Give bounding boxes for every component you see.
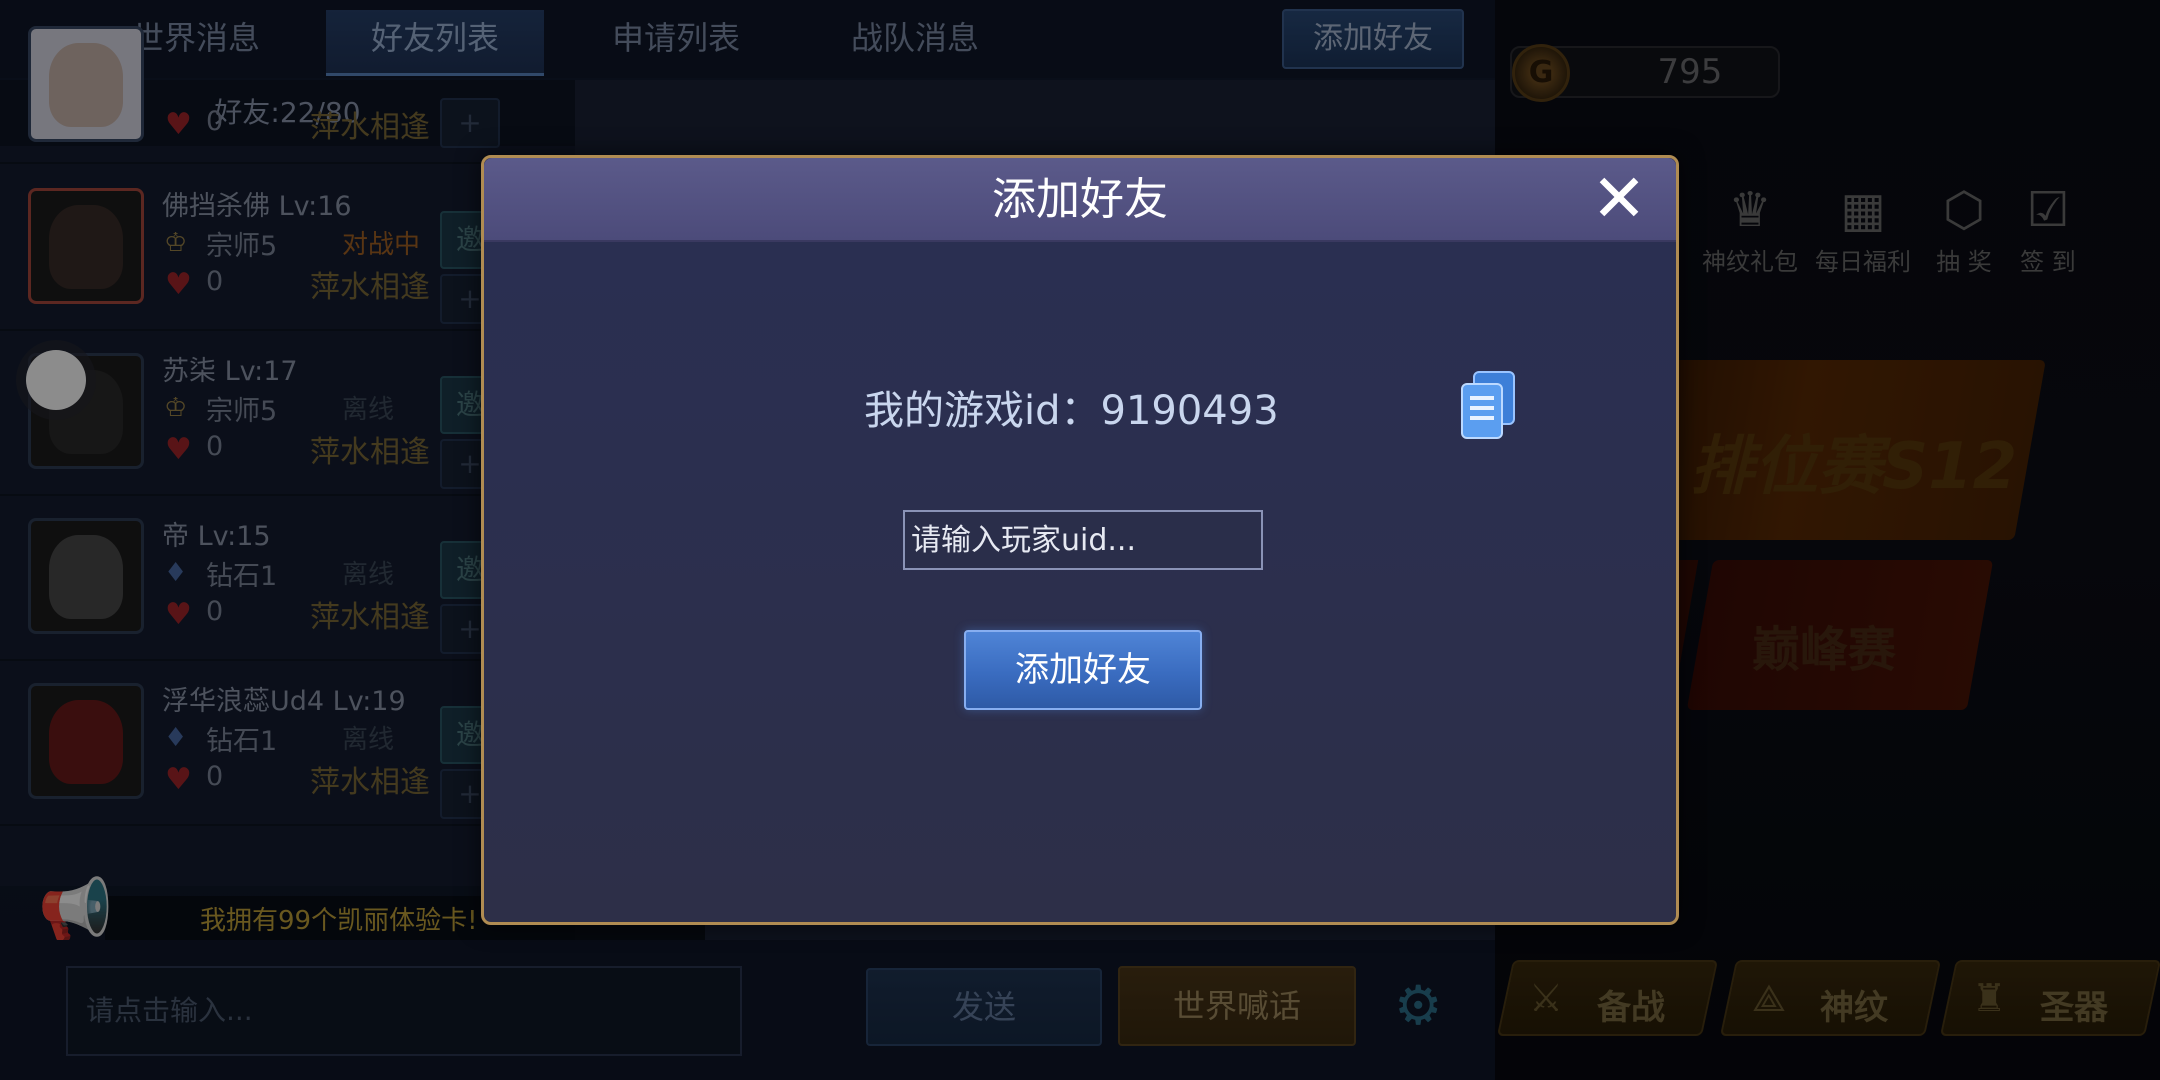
copy-icon[interactable] bbox=[1456, 370, 1520, 442]
close-icon[interactable]: ✕ bbox=[1582, 162, 1656, 236]
uid-input[interactable] bbox=[903, 510, 1263, 570]
dialog-header: 添加好友 ✕ bbox=[484, 158, 1676, 242]
add-friend-button[interactable]: 添加好友 bbox=[964, 630, 1202, 710]
game-screen: G 795 ♛ 神纹礼包 ▦ 每日福利 ⬡ 抽 奖 ☑ 签 到 排位赛S12 巅… bbox=[0, 0, 2160, 1080]
dialog-title: 添加好友 bbox=[992, 174, 1168, 225]
my-game-id: 我的游戏id：9190493 bbox=[864, 388, 1279, 434]
add-friend-dialog: 添加好友 ✕ 我的游戏id：9190493 添加好友 bbox=[481, 155, 1679, 925]
